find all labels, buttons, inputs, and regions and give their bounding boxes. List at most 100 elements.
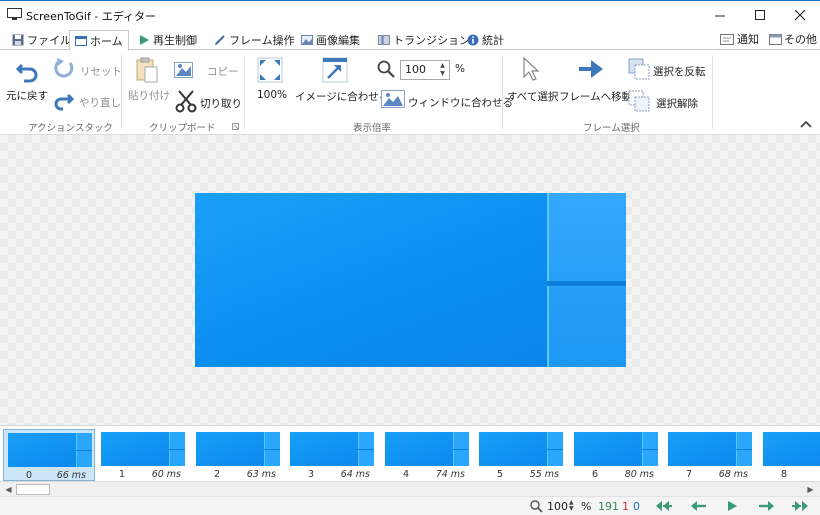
reset-label: リセット	[80, 66, 122, 78]
frame-thumbnail-image	[385, 432, 469, 466]
home-window-icon	[75, 35, 87, 46]
frame-number: 5	[497, 469, 504, 480]
arrow-left-icon	[691, 501, 706, 511]
frame-delay: 63 ms	[246, 469, 276, 480]
tab-label: 画像編集	[316, 34, 360, 47]
go-to-frame-label: フレームへ移動	[559, 91, 633, 103]
frame-delay: 55 ms	[529, 469, 559, 480]
other-button[interactable]: その他	[769, 31, 817, 47]
frame-number: 8	[781, 469, 788, 480]
frame-delay: 68 ms	[718, 469, 748, 480]
close-button[interactable]	[780, 1, 820, 29]
scroll-left-button[interactable]: ◀	[2, 483, 15, 496]
frame-thumbnail[interactable]: 6 80 ms	[570, 429, 662, 481]
previous-frame-button[interactable]	[688, 499, 710, 513]
tab-statistics[interactable]: 統計	[467, 30, 504, 50]
expand-arrow-icon	[322, 57, 348, 83]
group-title-action-stack: アクションスタック	[28, 123, 113, 134]
paste-label: 貼り付け	[128, 90, 170, 102]
tab-label: ファイル	[27, 34, 71, 47]
invert-selection-label: 選択を反転	[653, 66, 706, 78]
deselect-icon	[628, 90, 650, 112]
play-icon	[140, 35, 149, 45]
frame-thumbnail[interactable]: 8	[759, 429, 820, 481]
fit-window-image-icon	[381, 90, 405, 108]
status-zoom-spinner[interactable]: ▲ ▼	[569, 500, 574, 512]
close-icon	[794, 9, 805, 20]
tab-frame-edit[interactable]: フレーム操作	[214, 30, 295, 50]
frame-number: 3	[308, 469, 315, 480]
frame-thumbnail[interactable]: 3 64 ms	[286, 429, 378, 481]
other-label: その他	[784, 33, 817, 46]
invert-selection-icon	[628, 58, 650, 80]
current-frame-index: 0	[633, 500, 640, 513]
frame-thumbnail[interactable]: 4 74 ms	[381, 429, 473, 481]
first-frame-button[interactable]	[652, 499, 674, 513]
frame-delay: 60 ms	[151, 469, 181, 480]
chevron-left-icon: ◀	[5, 485, 12, 494]
group-title-clipboard: クリップボード	[149, 123, 216, 134]
select-all-label: すべて選択	[507, 91, 559, 103]
undo-icon	[15, 63, 38, 83]
frame-thumbnail-image	[668, 432, 752, 466]
window-icon	[769, 33, 782, 45]
maximize-button[interactable]	[740, 1, 780, 29]
frame-thumbnail[interactable]: 2 63 ms	[192, 429, 284, 481]
floppy-disk-icon	[12, 34, 24, 46]
frame-thumbnail-image	[479, 432, 563, 466]
zoom-percent-label: %	[455, 63, 465, 75]
undo-label: 元に戻す	[6, 90, 48, 102]
fit-arrows-icon	[257, 57, 283, 83]
tab-label: フレーム操作	[229, 34, 295, 47]
timeline-scrollbar[interactable]: ◀ ▶	[0, 481, 820, 496]
tab-file[interactable]: ファイル	[12, 30, 71, 50]
redo-label: やり直し	[79, 97, 121, 109]
frame-thumbnail-image	[196, 432, 280, 466]
frame-thumbnail[interactable]: 0 66 ms	[3, 429, 95, 481]
group-title-frame-select: フレーム選択	[583, 123, 640, 134]
group-title-zoom: 表示倍率	[353, 123, 392, 134]
magnifier-icon	[377, 60, 395, 78]
status-zoom-value[interactable]: 100	[547, 500, 568, 513]
tab-transitions[interactable]: トランジション	[378, 30, 470, 50]
selected-frames-count: 1	[622, 500, 629, 513]
scrollbar-thumb[interactable]	[16, 484, 50, 495]
dialog-launcher-icon[interactable]	[232, 123, 239, 130]
transition-icon	[378, 35, 390, 45]
editor-canvas[interactable]	[0, 135, 820, 425]
frame-thumbnail-image	[290, 432, 374, 466]
zoom-input[interactable]: 100 ▲ ▼	[400, 60, 450, 80]
collapse-ribbon-icon[interactable]	[800, 120, 812, 128]
frame-timeline[interactable]: 0 66 ms 1 60 ms 2 63 ms 3 64 ms 4 74 ms …	[0, 425, 820, 482]
minimize-icon	[714, 15, 725, 16]
frame-window-pane	[547, 193, 626, 367]
window-title: ScreenToGif - エディター	[26, 10, 157, 23]
ribbon-tabs: ファイル ホーム 再生制御 フレーム操作 画像編集 トランジション 統計 通知 …	[0, 28, 820, 51]
zoom-input-value: 100	[405, 63, 426, 76]
frame-thumbnail[interactable]: 7 68 ms	[664, 429, 756, 481]
frame-number: 2	[214, 469, 221, 480]
tab-image-edit[interactable]: 画像編集	[301, 30, 360, 50]
frame-thumbnail[interactable]: 1 60 ms	[97, 429, 189, 481]
frame-thumbnail-image	[763, 432, 820, 466]
frame-number: 0	[26, 470, 33, 481]
next-frame-button[interactable]	[755, 499, 777, 513]
scroll-right-button[interactable]: ▶	[804, 483, 817, 496]
notification-icon	[720, 33, 734, 45]
tab-label: 再生制御	[153, 34, 197, 47]
frame-thumbnail[interactable]: 5 55 ms	[475, 429, 567, 481]
minimize-button[interactable]	[700, 1, 740, 29]
image-icon	[301, 35, 313, 45]
frame-delay: 64 ms	[340, 469, 370, 480]
notifications-button[interactable]: 通知	[720, 31, 759, 47]
tab-playback[interactable]: 再生制御	[138, 30, 197, 50]
last-frame-button[interactable]	[790, 499, 812, 513]
play-button[interactable]	[721, 499, 743, 513]
tab-home[interactable]: ホーム	[69, 30, 129, 51]
zoom-spinner-arrows[interactable]: ▲ ▼	[438, 62, 447, 78]
frame-number: 4	[403, 469, 410, 480]
chevron-right-icon: ▶	[807, 485, 814, 494]
zoom-100-label: 100%	[257, 89, 288, 101]
status-bar: 100 ▲ ▼ % 191 1 0	[0, 496, 820, 515]
arrow-right-icon	[759, 501, 774, 511]
